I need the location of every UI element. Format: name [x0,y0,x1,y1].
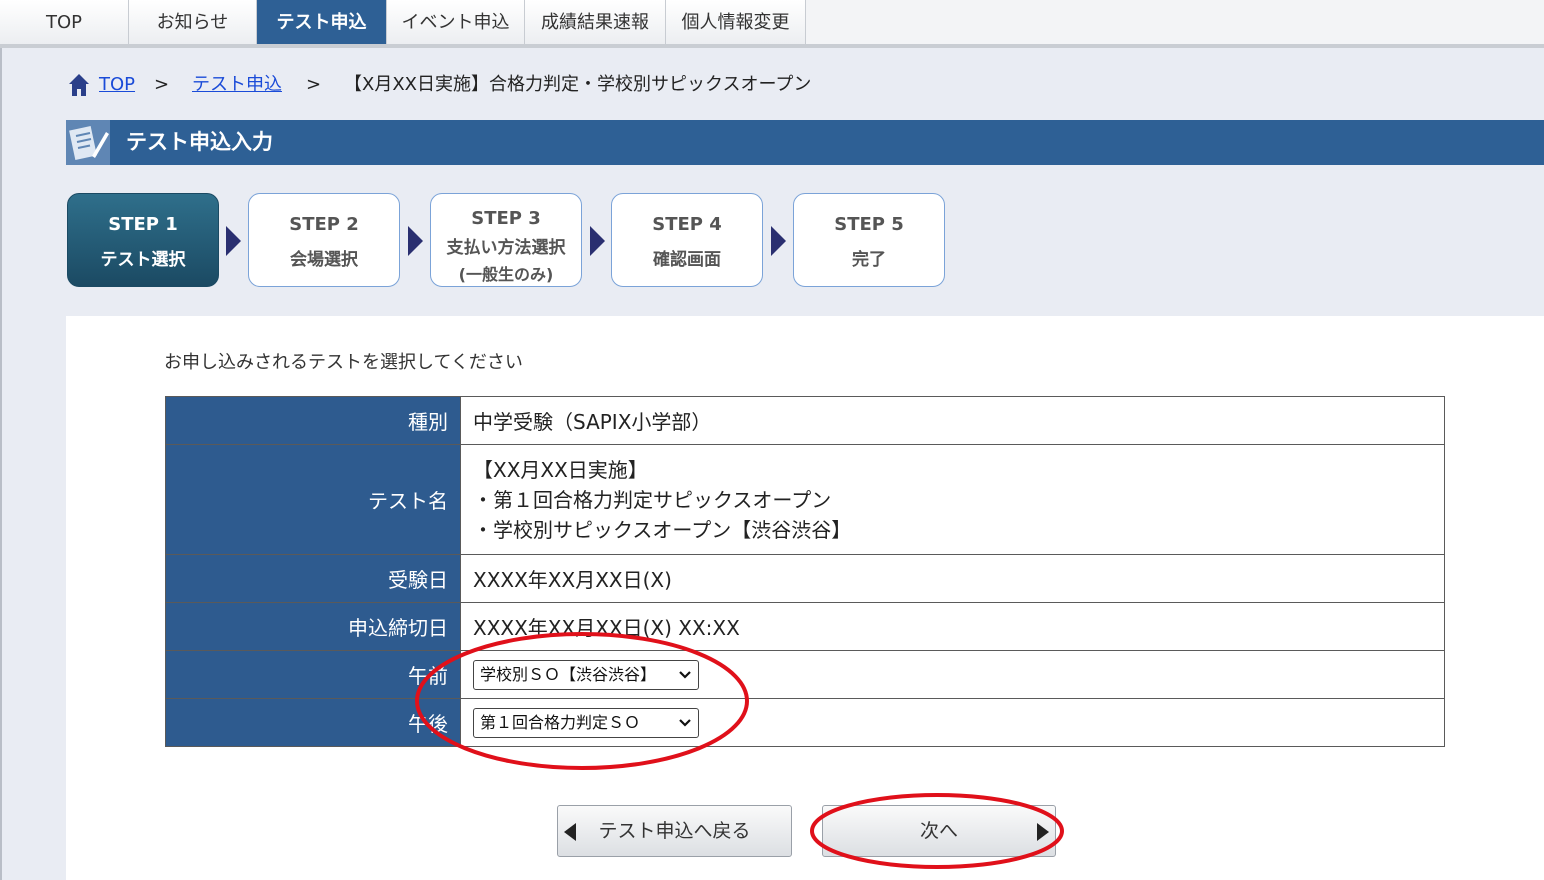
breadcrumb-separator: > [306,74,322,95]
test-name-line: ・学校別サピックスオープン【渋谷渋谷】 [473,517,852,542]
pm-selected-value: 第１回合格力判定ＳＯ [480,712,641,732]
step-label: 確認画面 [653,250,721,270]
step-label: テスト選択 [100,250,186,270]
test-name-line: 【XX月XX日実施】 [473,457,648,482]
table-row: 午前 学校別ＳＯ【渋谷渋谷】 [165,650,1445,699]
instruction-text: お申し込みされるテストを選択してください [164,352,523,373]
step-number: STEP 4 [652,214,722,235]
deadline-value: XXXX年XX月XX日(X) XX:XX [460,602,1445,651]
step-label: 完了 [852,250,886,270]
breadcrumb-test-application-link[interactable]: テスト申込 [192,70,282,100]
chevron-down-icon [679,670,691,679]
step-number: STEP 3 [471,208,541,229]
pm-select[interactable]: 第１回合格力判定ＳＯ [473,707,699,738]
top-navigation: TOP お知らせ テスト申込 イベント申込 成績結果速報 個人情報変更 [0,0,1544,48]
tab-top[interactable]: TOP [0,0,129,44]
pm-label: 午後 [165,698,461,747]
breadcrumb-separator: > [154,74,170,95]
type-value: 中学受験（SAPIX小学部） [460,396,1445,445]
step-number: STEP 1 [108,214,178,235]
table-row: 午後 第１回合格力判定ＳＯ [165,698,1445,747]
step-label: 支払い方法選択 [446,238,566,258]
step-label: 会場選択 [290,250,358,270]
am-select[interactable]: 学校別ＳＯ【渋谷渋谷】 [473,659,699,690]
step-1: STEP 1 テスト選択 [67,193,219,287]
step-5: STEP 5 完了 [793,193,945,287]
chevron-down-icon [679,718,691,727]
tab-personal-info[interactable]: 個人情報変更 [666,0,806,44]
step-sublabel: (一般生のみ) [458,265,554,284]
breadcrumb-top-link[interactable]: TOP [99,70,135,100]
step-4: STEP 4 確認画面 [611,193,763,287]
step-arrow-icon [771,226,786,256]
back-button[interactable]: テスト申込へ戻る [557,805,792,857]
step-number: STEP 2 [289,214,359,235]
tab-event-application[interactable]: イベント申込 [387,0,525,44]
step-3: STEP 3 支払い方法選択 (一般生のみ) [430,193,582,287]
form-edit-icon [66,120,110,165]
page-title-bar: テスト申込入力 [66,120,1544,165]
step-arrow-icon [408,226,423,256]
nav-filler [806,0,1544,44]
pm-cell: 第１回合格力判定ＳＯ [460,698,1445,747]
step-number: STEP 5 [834,214,904,235]
page-title: テスト申込入力 [126,130,273,154]
exam-date-value: XXXX年XX月XX日(X) [460,554,1445,603]
test-name-line: ・第１回合格力判定サピックスオープン [473,487,832,512]
next-button-label: 次へ [919,820,958,842]
am-label: 午前 [165,650,461,699]
next-button[interactable]: 次へ [822,805,1056,857]
table-row: 受験日 XXXX年XX月XX日(X) [165,554,1445,603]
deadline-label: 申込締切日 [165,602,461,651]
breadcrumb-current: 【X月XX日実施】合格力判定・学校別サピックスオープン [344,74,812,95]
home-icon [69,74,89,96]
table-row: テスト名 【XX月XX日実施】 ・第１回合格力判定サピックスオープン ・学校別サ… [165,444,1445,555]
step-arrow-icon [226,226,241,256]
table-row: 種別 中学受験（SAPIX小学部） [165,396,1445,445]
arrow-left-icon [564,823,576,841]
tab-test-application[interactable]: テスト申込 [257,0,387,44]
arrow-right-icon [1037,823,1049,841]
back-button-label: テスト申込へ戻る [598,820,751,842]
tab-results[interactable]: 成績結果速報 [525,0,666,44]
table-row: 申込締切日 XXXX年XX月XX日(X) XX:XX [165,602,1445,651]
am-cell: 学校別ＳＯ【渋谷渋谷】 [460,650,1445,699]
exam-date-label: 受験日 [165,554,461,603]
step-arrow-icon [590,226,605,256]
type-label: 種別 [165,396,461,445]
tab-news[interactable]: お知らせ [129,0,257,44]
test-name-label: テスト名 [165,444,461,555]
test-name-value: 【XX月XX日実施】 ・第１回合格力判定サピックスオープン ・学校別サピックスオ… [460,444,1445,555]
am-selected-value: 学校別ＳＯ【渋谷渋谷】 [480,664,657,684]
left-border [0,48,2,880]
step-2: STEP 2 会場選択 [248,193,400,287]
test-selection-table: 種別 中学受験（SAPIX小学部） テスト名 【XX月XX日実施】 ・第１回合格… [165,396,1445,747]
